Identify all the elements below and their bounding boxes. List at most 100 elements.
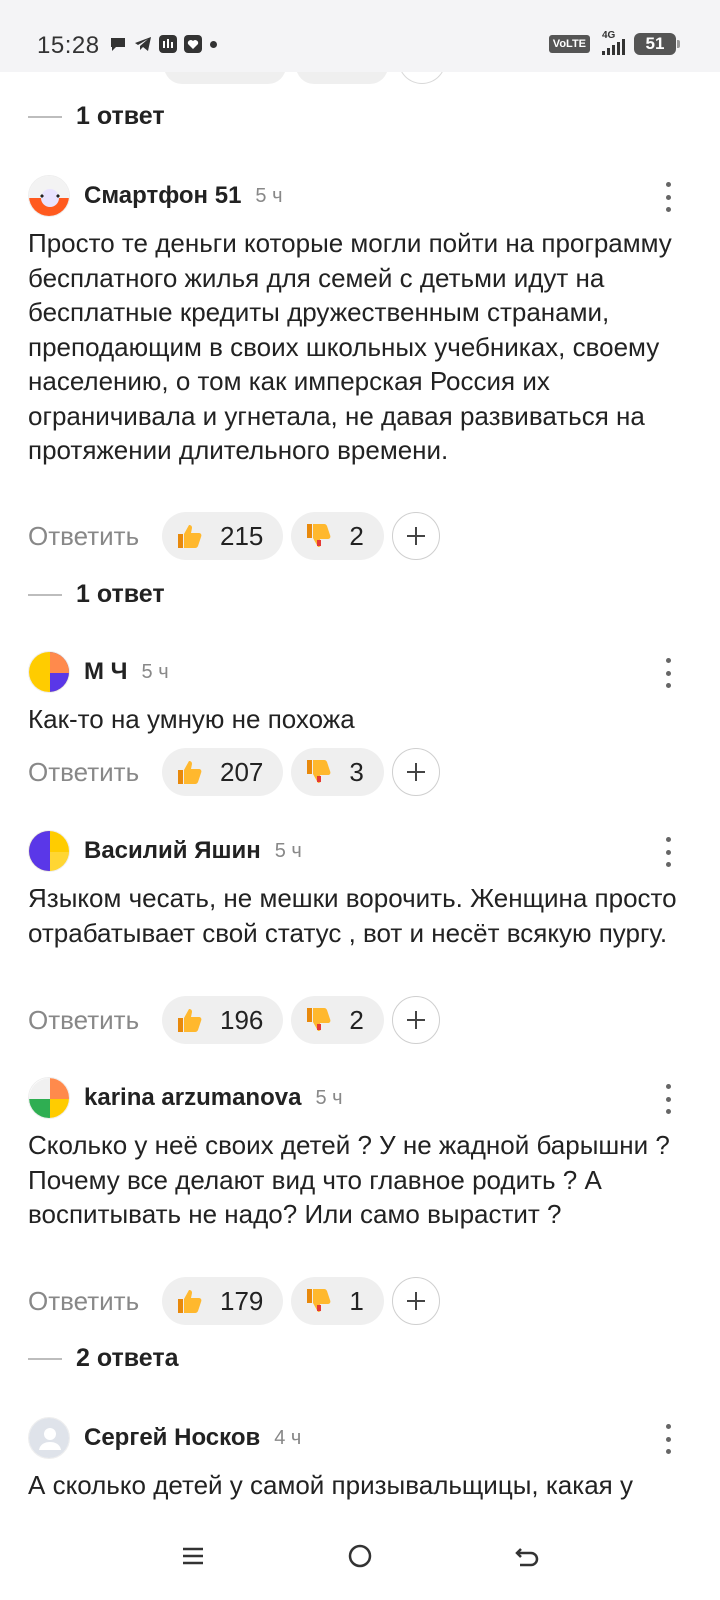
comment-header: Сергей Носков 4 ч [28,1416,688,1460]
dislike-count: 3 [349,756,364,787]
comment-actions: Ответить 179 1 [28,1277,440,1325]
replies-count: 1 ответ [76,580,165,608]
like-button[interactable]: 207 [162,748,284,796]
add-reaction-button[interactable] [391,512,440,560]
comment: karina arzumanova 5 ч Сколько у неё свои… [28,1076,688,1232]
reply-button[interactable]: Ответить [28,1005,162,1036]
like-count: 196 [220,1004,264,1035]
thumbs-down-icon [303,520,335,552]
dislike-pill-partial[interactable] [296,72,388,84]
like-button[interactable]: 179 [162,1277,284,1325]
comment-actions: Ответить 196 2 [28,996,440,1044]
replies-toggle[interactable]: 1 ответ [28,102,165,131]
system-status: VoLTE 4G 51 [548,30,680,56]
reply-button[interactable]: Ответить [28,757,162,788]
add-reaction-button[interactable] [391,748,440,796]
comment: Сергей Носков 4 ч А сколько детей у само… [28,1416,688,1503]
like-button[interactable]: 215 [162,512,284,560]
dislike-button[interactable]: 2 [291,512,384,560]
plus-icon [406,1011,425,1029]
menu-icon [183,1547,204,1565]
menu-button[interactable] [173,1536,213,1576]
battery-level: 51 [645,34,665,53]
add-reaction-partial[interactable] [398,72,446,84]
replies-count: 1 ответ [76,102,165,130]
comments-feed[interactable]: 1 ответ Смартфон 51 5 ч Просто те деньги… [0,72,720,1512]
thumbs-down-icon [303,1004,335,1036]
comment-author[interactable]: М Ч [84,658,128,686]
comment-author[interactable]: Сергей Носков [84,1424,260,1452]
dislike-button[interactable]: 1 [291,1277,384,1325]
avatar[interactable] [28,175,70,217]
like-button[interactable]: 196 [162,996,284,1044]
thumbs-down-icon [303,756,335,788]
comment-text: Как-то на умную не похожа [28,704,355,734]
dislike-button[interactable]: 2 [291,996,384,1044]
thumbs-up-icon [174,1004,206,1036]
comment-time: 5 ч [315,1086,343,1109]
reply-button[interactable]: Ответить [28,521,162,552]
more-vertical-icon[interactable] [660,182,676,212]
comment: Василий Яшин 5 ч Языком чесать, не мешки… [28,829,688,950]
thumbs-up-icon [174,1285,206,1317]
add-reaction-button[interactable] [391,996,440,1044]
comment-actions: Ответить 207 3 [28,748,440,796]
notification-icons [108,34,217,54]
chat-bubble-icon [108,34,128,54]
replies-line [28,115,62,118]
avatar[interactable] [28,651,70,693]
status-time: 15:28 [37,32,100,59]
comment-text: Просто те деньги которые могли пойти на … [28,228,672,465]
signal-icon: 4G [598,30,626,56]
like-pill-partial[interactable] [164,72,286,84]
home-circle-icon [348,1544,372,1568]
avatar[interactable] [28,1417,70,1459]
comment-header: karina arzumanova 5 ч [28,1076,688,1120]
plus-icon [406,527,425,545]
comment-time: 5 ч [255,184,283,207]
app-icon [158,34,178,54]
heart-app-icon [183,34,203,54]
back-icon [514,1548,538,1567]
comment-author[interactable]: Смартфон 51 [84,182,241,210]
replies-toggle[interactable]: 2 ответа [28,1344,179,1373]
comment-time: 5 ч [141,660,169,683]
more-vertical-icon[interactable] [660,1424,676,1454]
more-vertical-icon[interactable] [660,1084,676,1114]
comment-text: Сколько у неё своих детей ? У не жадной … [28,1130,670,1229]
thumbs-down-icon [303,1285,335,1317]
reply-button[interactable]: Ответить [28,1286,162,1317]
thumbs-up-icon [174,520,206,552]
replies-line [28,593,62,596]
comment-time: 4 ч [274,1426,302,1449]
comment-actions: Ответить 215 2 [28,512,440,560]
comment-header: М Ч 5 ч [28,650,688,694]
thumbs-up-icon [174,756,206,788]
more-vertical-icon[interactable] [660,837,676,867]
more-vertical-icon[interactable] [660,658,676,688]
replies-toggle[interactable]: 1 ответ [28,580,165,609]
replies-line [28,1357,62,1360]
replies-count: 2 ответа [76,1344,179,1372]
comment-header: Василий Яшин 5 ч [28,829,688,873]
plus-icon [406,763,425,781]
avatar[interactable] [28,1077,70,1119]
telegram-icon [133,34,153,54]
system-nav-bar [0,1512,720,1600]
dislike-count: 1 [349,1285,364,1316]
add-reaction-button[interactable] [391,1277,440,1325]
previous-comment-actions [164,72,446,84]
avatar[interactable] [28,830,70,872]
comment-text: Языком чесать, не мешки ворочить. Женщин… [28,883,677,948]
home-button[interactable] [340,1536,380,1576]
back-button[interactable] [507,1536,547,1576]
comment: Смартфон 51 5 ч Просто те деньги которые… [28,174,688,468]
comment-author[interactable]: karina arzumanova [84,1084,301,1112]
like-count: 207 [220,756,264,787]
dislike-count: 2 [349,1004,364,1035]
status-bar: 15:28 VoLTE 4G 51 [0,0,720,72]
battery-icon: 51 [634,33,680,55]
comment-author[interactable]: Василий Яшин [84,837,261,865]
dislike-button[interactable]: 3 [291,748,384,796]
like-count: 215 [220,520,264,551]
